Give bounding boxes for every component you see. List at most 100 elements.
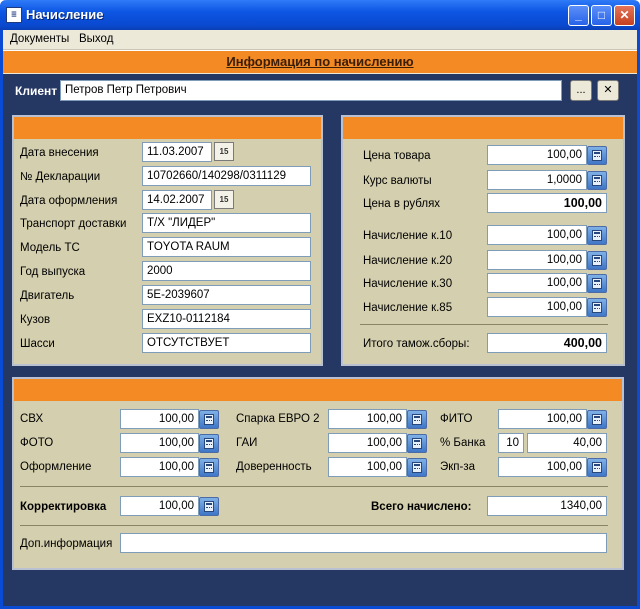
vehicle-field[interactable]: TOYOTA RAUM xyxy=(142,237,311,257)
bank-percent-field[interactable]: 10 xyxy=(498,433,524,453)
price-rub-label: Цена в рублях xyxy=(363,198,441,210)
fee-label: Оформление xyxy=(20,461,92,473)
calculator-icon xyxy=(592,150,602,161)
fee-label: Спарка ЕВРО 2 xyxy=(236,413,320,425)
calculator-icon xyxy=(412,462,422,473)
app-icon: ≡ xyxy=(6,7,22,23)
fx-rate-calc-button[interactable] xyxy=(587,171,607,190)
charge-field[interactable]: 100,00 xyxy=(487,250,587,270)
menu-documents[interactable]: Документы xyxy=(10,33,69,45)
vehicle-field-label: Модель ТС xyxy=(20,242,80,254)
calculator-icon xyxy=(204,414,214,425)
charge-field[interactable]: 100,00 xyxy=(487,297,587,317)
fee-field[interactable]: 100,00 xyxy=(328,409,407,429)
charge-label: Начисление к.30 xyxy=(363,278,453,290)
bank-amount-field: 40,00 xyxy=(527,433,607,453)
grand-total-field: 1340,00 xyxy=(487,496,607,516)
fee-calc-button[interactable] xyxy=(407,458,427,477)
maximize-icon: □ xyxy=(597,8,606,22)
vehicle-field[interactable]: 2000 xyxy=(142,261,311,281)
close-icon: ✕ xyxy=(603,84,613,96)
charge-field[interactable]: 100,00 xyxy=(487,273,587,293)
calculator-icon xyxy=(204,501,214,512)
vehicle-field[interactable]: 5E-2039607 xyxy=(142,285,311,305)
calculator-icon xyxy=(592,175,602,186)
calculator-icon xyxy=(412,438,422,449)
fee-calc-button[interactable] xyxy=(199,410,219,429)
close-window-button[interactable]: ✕ xyxy=(614,5,635,26)
fee-calc-button[interactable] xyxy=(199,458,219,477)
header-strip: Информация по начислению xyxy=(3,50,637,73)
vehicle-field-label: Шасси xyxy=(20,338,55,350)
fee-calc-button[interactable] xyxy=(407,410,427,429)
fee-field[interactable]: 100,00 xyxy=(328,433,407,453)
fee-calc-button[interactable] xyxy=(199,434,219,453)
calculator-icon xyxy=(592,462,602,473)
charge-field[interactable]: 100,00 xyxy=(487,225,587,245)
vehicle-field-label: Кузов xyxy=(20,314,51,326)
fito-calc-button[interactable] xyxy=(587,410,607,429)
client-label: Клиент xyxy=(15,84,58,98)
expertise-field[interactable]: 100,00 xyxy=(498,457,587,477)
charge-label: Начисление к.20 xyxy=(363,255,453,267)
price-goods-calc-button[interactable] xyxy=(587,146,607,165)
vehicle-field[interactable]: ОТСУТСТВУЕТ xyxy=(142,333,311,353)
info-separator xyxy=(20,525,608,526)
charge-calc-button[interactable] xyxy=(587,226,607,245)
charge-label: Начисление к.85 xyxy=(363,302,453,314)
vehicle-field[interactable]: 11.03.2007 xyxy=(142,142,212,162)
charge-label: Начисление к.10 xyxy=(363,230,453,242)
client-field[interactable]: Петров Петр Петрович xyxy=(60,80,562,101)
fee-field[interactable]: 100,00 xyxy=(328,457,407,477)
vehicle-field[interactable]: Т/Х "ЛИДЕР" xyxy=(142,213,311,233)
calculator-icon xyxy=(592,302,602,313)
extra-info-field[interactable] xyxy=(120,533,607,553)
extra-info-label: Доп.информация xyxy=(20,538,113,550)
calendar-icon: 15 xyxy=(219,195,229,204)
fee-calc-button[interactable] xyxy=(407,434,427,453)
fees-separator xyxy=(20,486,608,487)
client-clear-button[interactable]: ✕ xyxy=(597,80,619,101)
total-customs-field: 400,00 xyxy=(487,333,607,353)
fee-field[interactable]: 100,00 xyxy=(120,457,199,477)
calculator-icon xyxy=(204,438,214,449)
fee-label: Доверенность xyxy=(236,461,312,473)
expertise-label: Экп-за xyxy=(440,461,476,473)
charge-calc-button[interactable] xyxy=(587,251,607,270)
calendar-button[interactable]: 15 xyxy=(214,190,234,209)
maximize-button[interactable]: □ xyxy=(591,5,612,26)
bank-label: % Банка xyxy=(440,437,486,449)
price-goods-field[interactable]: 100,00 xyxy=(487,145,587,165)
price-goods-label: Цена товара xyxy=(363,150,431,162)
fee-field[interactable]: 100,00 xyxy=(120,433,199,453)
fx-rate-field[interactable]: 1,0000 xyxy=(487,170,587,190)
vehicle-field[interactable]: EXZ10-0112184 xyxy=(142,309,311,329)
minimize-button[interactable]: _ xyxy=(568,5,589,26)
vehicle-field-label: Дата оформления xyxy=(20,195,118,207)
menu-exit[interactable]: Выход xyxy=(79,33,113,45)
total-customs-label: Итого тамож.сборы: xyxy=(363,338,470,350)
vehicle-field-label: Дата внесения xyxy=(20,147,99,159)
calculator-icon xyxy=(592,230,602,241)
pricing-panel-header xyxy=(343,117,623,139)
expertise-calc-button[interactable] xyxy=(587,458,607,477)
fito-label: ФИТО xyxy=(440,413,473,425)
grand-total-label: Всего начислено: xyxy=(371,501,472,513)
correction-field[interactable]: 100,00 xyxy=(120,496,199,516)
charge-calc-button[interactable] xyxy=(587,298,607,317)
calculator-icon xyxy=(592,414,602,425)
vehicle-field[interactable]: 14.02.2007 xyxy=(142,190,212,210)
price-rub-field: 100,00 xyxy=(487,193,607,213)
correction-calc-button[interactable] xyxy=(199,497,219,516)
vehicle-field[interactable]: 10702660/140298/0311129 xyxy=(142,166,311,186)
fee-field[interactable]: 100,00 xyxy=(120,409,199,429)
vehicle-field-label: Двигатель xyxy=(20,290,75,302)
calculator-icon xyxy=(204,462,214,473)
vehicle-field-label: Год выпуска xyxy=(20,266,86,278)
calendar-button[interactable]: 15 xyxy=(214,142,234,161)
fito-field[interactable]: 100,00 xyxy=(498,409,587,429)
charge-calc-button[interactable] xyxy=(587,274,607,293)
client-browse-button[interactable]: ... xyxy=(570,80,592,101)
page-title: Информация по начислению xyxy=(226,54,414,69)
fee-label: ФОТО xyxy=(20,437,54,449)
